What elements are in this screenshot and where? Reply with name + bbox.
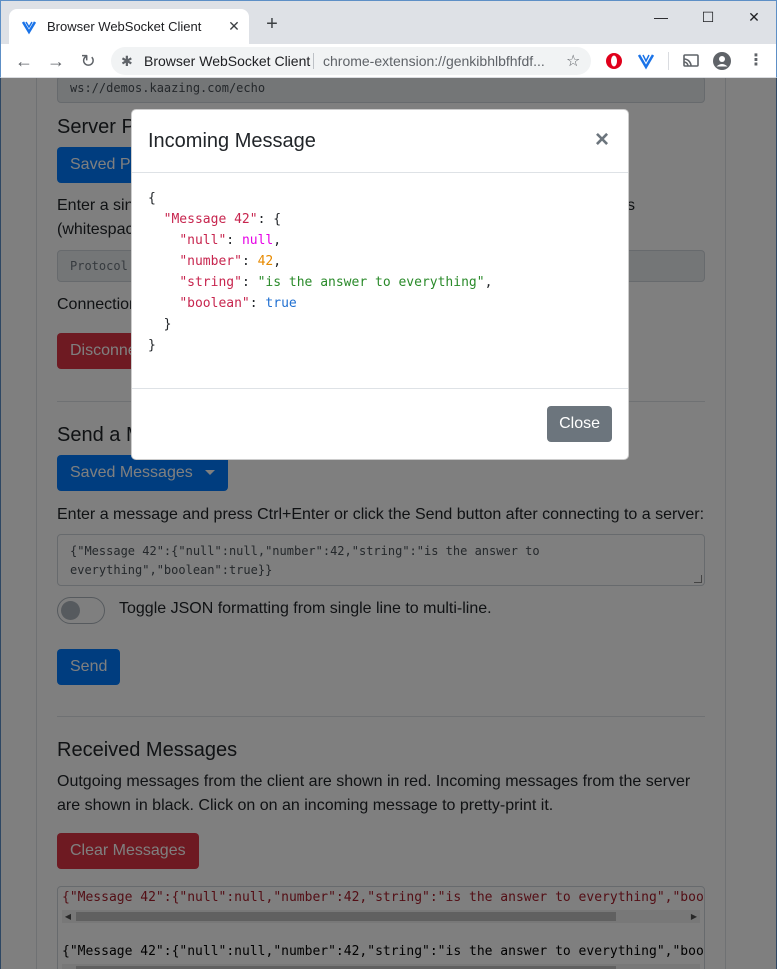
json-line: }: [163, 317, 172, 332]
star-icon[interactable]: ☆: [566, 51, 580, 71]
json-line: "number": 42,: [179, 254, 282, 269]
modal-body: { "Message 42": { "null": null, "number"…: [148, 188, 614, 356]
omnibox-separator: [313, 53, 314, 69]
json-line: "boolean": true: [179, 296, 297, 311]
close-button[interactable]: Close: [547, 406, 612, 442]
minimize-button[interactable]: —: [646, 7, 676, 27]
tab-title: Browser WebSocket Client: [47, 19, 202, 34]
browser-titlebar: Browser WebSocket Client ✕ + — ☐ ✕: [0, 0, 777, 45]
account-icon[interactable]: [713, 52, 731, 70]
json-key: "null": [179, 233, 227, 248]
json-line: "null": null,: [179, 233, 282, 248]
toolbar-separator: [668, 52, 669, 70]
json-line: "Message 42": {: [163, 212, 282, 227]
back-arrow-icon[interactable]: ←: [13, 50, 35, 72]
json-line: }: [148, 338, 156, 353]
incoming-message-modal: Incoming Message × { "Message 42": { "nu…: [131, 109, 629, 460]
json-value: 42: [257, 254, 274, 269]
omnibox-title: Browser WebSocket Client: [144, 53, 311, 69]
extension-icon: ✱: [121, 53, 133, 69]
json-value: "is the answer to everything": [257, 275, 485, 290]
browser-tab[interactable]: Browser WebSocket Client ✕: [9, 9, 249, 45]
cast-icon[interactable]: [682, 52, 700, 70]
close-icon[interactable]: ×: [592, 126, 612, 154]
address-bar[interactable]: ✱ Browser WebSocket Client chrome-extens…: [111, 47, 591, 75]
browser-toolbar: ← → ↻ ✱ Browser WebSocket Client chrome-…: [0, 44, 777, 78]
opera-icon[interactable]: [605, 52, 623, 70]
json-key: "string": [179, 275, 242, 290]
json-key: "number": [179, 254, 242, 269]
modal-footer: Close: [132, 388, 628, 460]
modal-header: Incoming Message ×: [132, 110, 628, 173]
json-value: null: [241, 233, 274, 248]
omnibox-url[interactable]: chrome-extension://genkibhlbfhfdf...: [323, 53, 553, 69]
new-tab-button[interactable]: +: [263, 14, 281, 35]
json-key: "boolean": [179, 296, 250, 311]
json-line: "string": "is the answer to everything",: [179, 275, 493, 290]
websocket-favicon-icon: [21, 21, 37, 35]
websocket-extension-icon[interactable]: [637, 52, 655, 70]
json-value: true: [265, 296, 297, 311]
forward-arrow-icon[interactable]: →: [45, 50, 67, 72]
menu-icon[interactable]: ⋮: [745, 50, 767, 72]
reload-icon[interactable]: ↻: [77, 50, 99, 72]
maximize-button[interactable]: ☐: [693, 7, 723, 27]
json-line: {: [148, 191, 156, 206]
modal-title: Incoming Message: [148, 130, 316, 152]
tab-close-icon[interactable]: ✕: [225, 17, 243, 35]
window-close-button[interactable]: ✕: [739, 7, 769, 27]
json-key: "Message 42": [163, 212, 258, 227]
